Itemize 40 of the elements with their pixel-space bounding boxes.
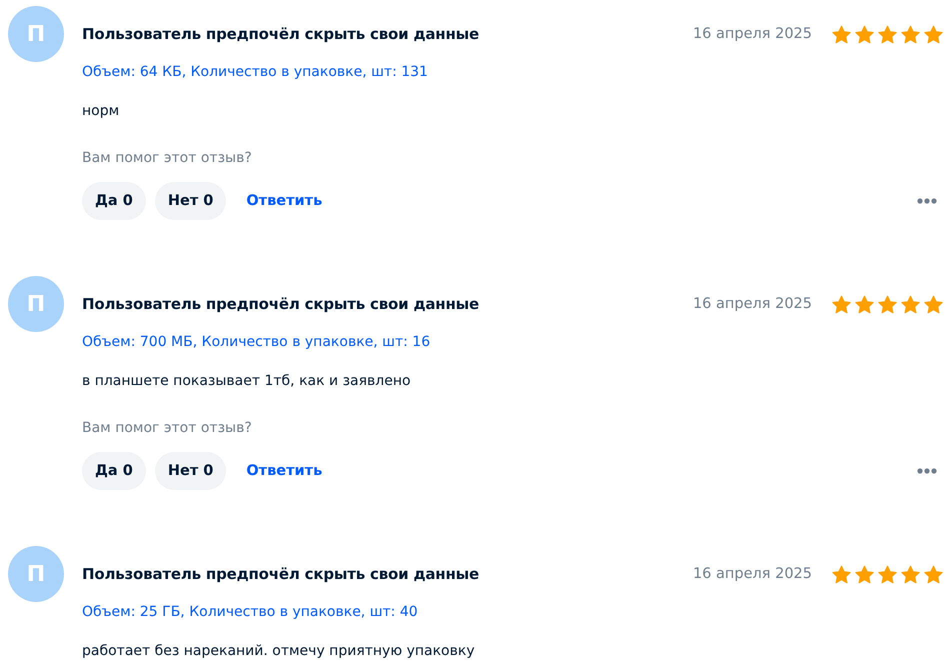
star-icon	[832, 564, 851, 584]
more-icon[interactable]	[917, 468, 937, 474]
vote-button[interactable]: Да 0	[82, 452, 146, 490]
helpful-question: Вам помог этот отзыв?	[82, 419, 252, 438]
author-name: Пользователь предпочёл скрыть свои данные	[82, 24, 479, 45]
vote-button[interactable]: Нет 0	[154, 452, 226, 490]
star-icon	[924, 24, 943, 44]
review-date: 16 апреля 2025	[692, 295, 812, 314]
star-icon	[901, 24, 920, 44]
vote-button[interactable]: Да 0	[82, 182, 146, 220]
avatar: П	[8, 546, 64, 602]
star-icon	[901, 294, 920, 314]
star-icon	[924, 564, 943, 584]
star-icon	[832, 294, 851, 314]
review-text: норм	[82, 102, 120, 121]
review-date: 16 апреля 2025	[692, 25, 812, 44]
review-date: 16 апреля 2025	[692, 565, 812, 584]
review-text: работает без нареканий. отмечу приятную упаковку	[82, 642, 475, 661]
reply-link[interactable]: Ответить	[246, 463, 322, 479]
more-icon[interactable]	[917, 198, 937, 204]
author-name: Пользователь предпочёл скрыть свои данные	[82, 294, 479, 315]
review-text: в планшете показывает 1тб, как и заявлено	[82, 372, 411, 391]
star-icon	[901, 564, 920, 584]
avatar: П	[8, 6, 64, 62]
helpful-question: Вам помог этот отзыв?	[82, 149, 252, 168]
star-icon	[878, 294, 897, 314]
star-icon	[855, 564, 874, 584]
vote-button[interactable]: Нет 0	[154, 182, 226, 220]
author-name: Пользователь предпочёл скрыть свои данные	[82, 564, 479, 585]
reply-link[interactable]: Ответить	[246, 193, 322, 209]
product-variant-link[interactable]: Объем: 25 ГБ, Количество в упаковке, шт: 40	[82, 602, 418, 622]
product-variant-link[interactable]: Объем: 64 КБ, Количество в упаковке, шт: 131	[82, 62, 428, 82]
star-icon	[878, 564, 897, 584]
star-icon	[855, 24, 874, 44]
star-icon	[832, 24, 851, 44]
avatar: П	[8, 276, 64, 332]
product-variant-link[interactable]: Объем: 700 МБ, Количество в упаковке, шт: 16	[82, 332, 430, 352]
star-icon	[878, 24, 897, 44]
star-icon	[855, 294, 874, 314]
star-icon	[924, 294, 943, 314]
